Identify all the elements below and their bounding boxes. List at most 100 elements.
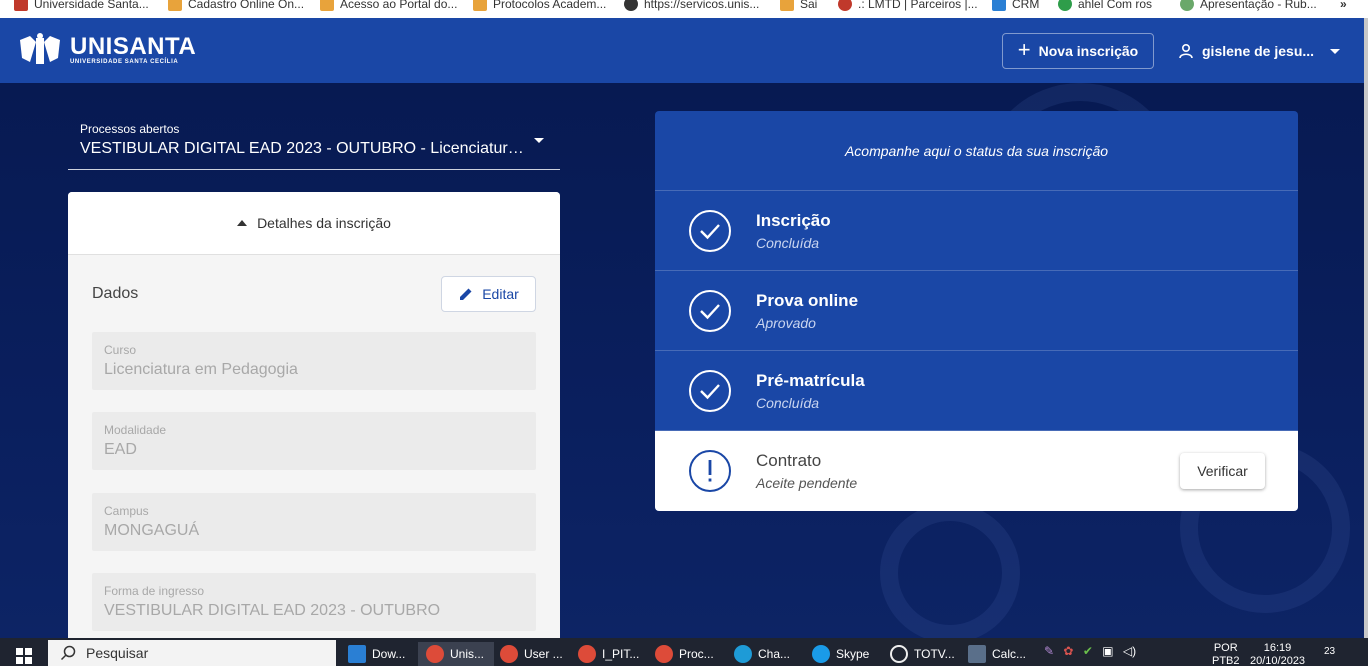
- details-card: Detalhes da inscrição Dados Editar Curso…: [68, 192, 560, 638]
- field-value: EAD: [104, 441, 137, 458]
- taskbar-app-chrome[interactable]: User ...: [500, 642, 572, 666]
- taskbar-app-totvs[interactable]: TOTV...: [890, 642, 958, 666]
- chrome-icon: [655, 645, 673, 663]
- download-icon: [348, 645, 366, 663]
- process-value: VESTIBULAR DIGITAL EAD 2023 - OUTUBRO - …: [80, 140, 530, 157]
- totvs-icon: [890, 645, 908, 663]
- taskbar-app-edge[interactable]: Cha...: [734, 642, 800, 666]
- bookmark-1[interactable]: Cadastro Online On...: [168, 0, 304, 14]
- taskbar-app-chrome[interactable]: Proc...: [655, 642, 727, 666]
- crest-icon: [20, 33, 60, 64]
- edit-label: Editar: [482, 286, 519, 302]
- system-tray-icons[interactable]: ✎ ✿ ✔ ▣ ◁): [1044, 644, 1136, 658]
- chrome-icon: [426, 645, 444, 663]
- status-card: Acompanhe aqui o status da sua inscrição…: [655, 111, 1298, 511]
- step-title: Inscrição: [756, 211, 831, 230]
- bookmark-9[interactable]: Apresentação - Rub...: [1180, 0, 1317, 14]
- section-title: Dados: [92, 285, 139, 302]
- edit-button[interactable]: Editar: [441, 276, 536, 312]
- bookmark-4[interactable]: https://servicos.unis...: [624, 0, 759, 14]
- bookmark-icon: [1058, 0, 1072, 11]
- taskbar-app-downloads[interactable]: Dow...: [348, 642, 414, 666]
- user-menu[interactable]: gislene de jesu...: [1178, 40, 1341, 62]
- bookmark-icon: [14, 0, 28, 11]
- chrome-icon: [578, 645, 596, 663]
- step-contract: Contrato Aceite pendente Verificar: [655, 431, 1298, 511]
- search-placeholder: Pesquisar: [86, 645, 149, 661]
- check-circle-icon: [689, 210, 731, 252]
- campus-field: Campus MONGAGUÁ: [92, 493, 536, 551]
- field-label: Modalidade: [104, 423, 167, 437]
- step-pre-enrollment: Pré-matrícula Concluída: [655, 351, 1298, 431]
- entry-method-field: Forma de ingresso VESTIBULAR DIGITAL EAD…: [92, 573, 536, 631]
- taskbar-search[interactable]: Pesquisar: [48, 640, 336, 666]
- field-label: Forma de ingresso: [104, 584, 205, 598]
- field-value: Licenciatura em Pedagogia: [104, 361, 298, 378]
- page-icon: [320, 0, 334, 11]
- scrollbar[interactable]: [1364, 18, 1368, 638]
- globe-icon: [624, 0, 638, 11]
- step-status: Concluída: [756, 395, 820, 411]
- bookmark-7[interactable]: CRM: [992, 0, 1039, 14]
- app-tray-icon: ✿: [1063, 644, 1074, 658]
- step-status: Aprovado: [756, 315, 816, 331]
- field-value: VESTIBULAR DIGITAL EAD 2023 - OUTUBRO: [104, 602, 441, 619]
- modality-field: Modalidade EAD: [92, 412, 536, 470]
- page-icon: [168, 0, 182, 11]
- field-label: Campus: [104, 504, 149, 518]
- user-icon: [1179, 43, 1193, 59]
- bookmark-icon: [1180, 0, 1194, 11]
- taskbar-app-chrome[interactable]: Unis...: [418, 642, 494, 666]
- clock[interactable]: 16:19 20/10/2023: [1250, 642, 1305, 666]
- chevron-down-icon: [1330, 48, 1341, 54]
- taskbar-app-calculator[interactable]: Calc...: [968, 642, 1034, 666]
- taskbar-app-chrome[interactable]: I_PIT...: [578, 642, 650, 666]
- bookmark-icon: [838, 0, 852, 11]
- language-indicator[interactable]: POR PTB2: [1212, 642, 1240, 666]
- bookmark-6[interactable]: .: LMTD | Parceiros |...: [838, 0, 978, 14]
- details-toggle[interactable]: Detalhes da inscrição: [68, 192, 560, 255]
- bookmarks-overflow-icon[interactable]: »: [1340, 0, 1347, 14]
- bookmarks-bar: Universidade Santa... Cadastro Online On…: [0, 0, 1368, 18]
- details-toggle-label: Detalhes da inscrição: [257, 215, 391, 231]
- edge-icon: [734, 645, 752, 663]
- check-circle-icon: [689, 370, 731, 412]
- step-registration: Inscrição Concluída: [655, 191, 1298, 271]
- windows-taskbar: Pesquisar Dow... Unis... User ... I_PIT.…: [0, 638, 1368, 666]
- logo-name: UNISANTA: [70, 33, 197, 60]
- exclamation-circle-icon: [689, 450, 731, 492]
- verify-button[interactable]: Verificar: [1180, 453, 1265, 489]
- step-title: Contrato: [756, 451, 822, 470]
- step-status: Concluída: [756, 235, 820, 251]
- field-value: MONGAGUÁ: [104, 522, 200, 539]
- check-shield-icon: ✔: [1082, 644, 1093, 658]
- network-icon: ▣: [1102, 644, 1114, 658]
- windows-start-icon[interactable]: [16, 648, 32, 664]
- gear-decoration: [880, 503, 1020, 643]
- process-select[interactable]: Processos abertos VESTIBULAR DIGITAL EAD…: [68, 112, 560, 170]
- bookmark-2[interactable]: Acesso ao Portal do...: [320, 0, 457, 14]
- microsoft-icon: [992, 0, 1006, 11]
- check-circle-icon: [689, 290, 731, 332]
- unisanta-logo[interactable]: UNISANTA UNIVERSIDADE SANTA CECÍLIA: [16, 32, 196, 68]
- process-label: Processos abertos: [80, 122, 180, 136]
- bookmark-8[interactable]: ahlel Com ros: [1058, 0, 1152, 14]
- status-heading: Acompanhe aqui o status da sua inscrição: [655, 111, 1298, 191]
- user-name: gislene de jesu...: [1202, 43, 1315, 59]
- app-header: UNISANTA UNIVERSIDADE SANTA CECÍLIA + No…: [0, 18, 1368, 83]
- bookmark-3[interactable]: Protocolos Academ...: [473, 0, 606, 14]
- step-title: Pré-matrícula: [756, 371, 865, 390]
- bookmark-0[interactable]: Universidade Santa...: [14, 0, 149, 14]
- plus-icon: +: [1017, 37, 1031, 62]
- step-status: Aceite pendente: [756, 475, 858, 491]
- new-registration-button[interactable]: + Nova inscrição: [1002, 33, 1154, 69]
- notifications-icon[interactable]: 23: [1324, 646, 1335, 657]
- skype-icon: [812, 645, 830, 663]
- bookmark-5[interactable]: Sai: [780, 0, 817, 14]
- field-label: Curso: [104, 343, 137, 357]
- pencil-icon: [460, 288, 472, 300]
- new-registration-label: Nova inscrição: [1038, 43, 1139, 59]
- step-online-exam: Prova online Aprovado: [655, 271, 1298, 351]
- caret-up-icon: [237, 220, 248, 226]
- taskbar-app-skype[interactable]: Skype: [812, 642, 878, 666]
